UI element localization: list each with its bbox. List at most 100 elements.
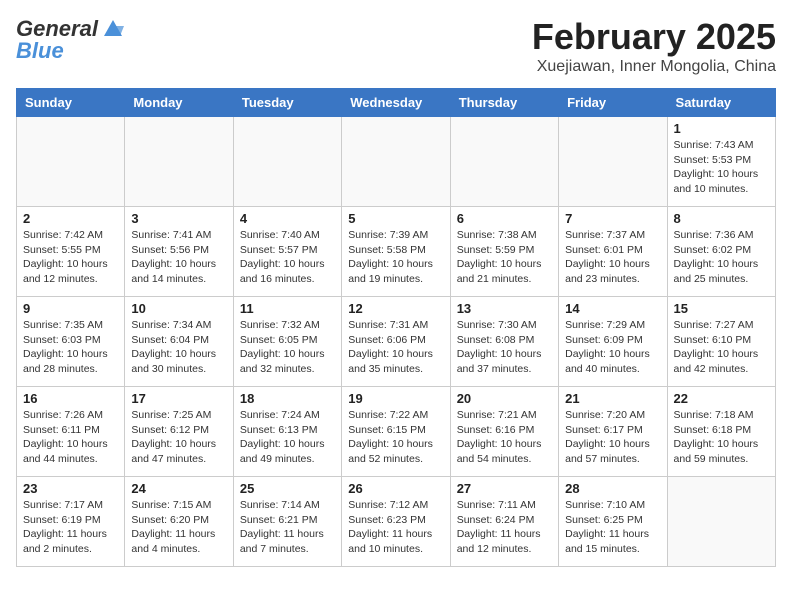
day-info: Sunrise: 7:29 AM Sunset: 6:09 PM Dayligh… <box>565 318 660 377</box>
calendar-day <box>559 117 667 207</box>
logo: General Blue <box>16 16 124 64</box>
day-number: 16 <box>23 391 118 406</box>
calendar-day: 23 Sunrise: 7:17 AM Sunset: 6:19 PM Dayli… <box>17 477 125 567</box>
day-info: Sunrise: 7:21 AM Sunset: 6:16 PM Dayligh… <box>457 408 552 467</box>
day-number: 24 <box>131 481 226 496</box>
calendar-day: 17 Sunrise: 7:25 AM Sunset: 6:12 PM Dayli… <box>125 387 233 477</box>
calendar-day: 5 Sunrise: 7:39 AM Sunset: 5:58 PM Daylig… <box>342 207 450 297</box>
day-number: 25 <box>240 481 335 496</box>
day-number: 1 <box>674 121 769 136</box>
day-info: Sunrise: 7:26 AM Sunset: 6:11 PM Dayligh… <box>23 408 118 467</box>
day-info: Sunrise: 7:17 AM Sunset: 6:19 PM Dayligh… <box>23 498 118 557</box>
week-row-5: 23 Sunrise: 7:17 AM Sunset: 6:19 PM Dayli… <box>17 477 776 567</box>
calendar-day: 27 Sunrise: 7:11 AM Sunset: 6:24 PM Dayli… <box>450 477 558 567</box>
day-info: Sunrise: 7:31 AM Sunset: 6:06 PM Dayligh… <box>348 318 443 377</box>
day-info: Sunrise: 7:11 AM Sunset: 6:24 PM Dayligh… <box>457 498 552 557</box>
header-friday: Friday <box>559 89 667 117</box>
day-info: Sunrise: 7:27 AM Sunset: 6:10 PM Dayligh… <box>674 318 769 377</box>
day-info: Sunrise: 7:43 AM Sunset: 5:53 PM Dayligh… <box>674 138 769 197</box>
calendar-day: 9 Sunrise: 7:35 AM Sunset: 6:03 PM Daylig… <box>17 297 125 387</box>
calendar-day: 18Sunrise: 7:24 AM Sunset: 6:13 PM Dayli… <box>233 387 341 477</box>
calendar-title: February 2025 <box>532 16 776 58</box>
logo-blue-text: Blue <box>16 38 64 64</box>
weekday-header-row: Sunday Monday Tuesday Wednesday Thursday… <box>17 89 776 117</box>
calendar-subtitle: Xuejiawan, Inner Mongolia, China <box>532 58 776 76</box>
calendar-day: 4Sunrise: 7:40 AM Sunset: 5:57 PM Daylig… <box>233 207 341 297</box>
page-header: General Blue February 2025 Xuejiawan, In… <box>16 16 776 76</box>
day-info: Sunrise: 7:38 AM Sunset: 5:59 PM Dayligh… <box>457 228 552 287</box>
day-number: 23 <box>23 481 118 496</box>
day-number: 8 <box>674 211 769 226</box>
day-number: 22 <box>674 391 769 406</box>
calendar-day: 8Sunrise: 7:36 AM Sunset: 6:02 PM Daylig… <box>667 207 775 297</box>
calendar-table: Sunday Monday Tuesday Wednesday Thursday… <box>16 88 776 567</box>
calendar-day: 28 Sunrise: 7:10 AM Sunset: 6:25 PM Dayli… <box>559 477 667 567</box>
day-number: 13 <box>457 301 552 316</box>
day-info: Sunrise: 7:41 AM Sunset: 5:56 PM Dayligh… <box>131 228 226 287</box>
day-info: Sunrise: 7:37 AM Sunset: 6:01 PM Dayligh… <box>565 228 660 287</box>
day-number: 15 <box>674 301 769 316</box>
calendar-day: 22 Sunrise: 7:18 AM Sunset: 6:18 PM Dayli… <box>667 387 775 477</box>
calendar-day <box>233 117 341 207</box>
calendar-day <box>17 117 125 207</box>
day-number: 11 <box>240 301 335 316</box>
day-info: Sunrise: 7:39 AM Sunset: 5:58 PM Dayligh… <box>348 228 443 287</box>
calendar-day <box>342 117 450 207</box>
calendar-day <box>450 117 558 207</box>
day-info: Sunrise: 7:24 AM Sunset: 6:13 PM Dayligh… <box>240 408 335 467</box>
day-info: Sunrise: 7:32 AM Sunset: 6:05 PM Dayligh… <box>240 318 335 377</box>
header-saturday: Saturday <box>667 89 775 117</box>
week-row-1: 1 Sunrise: 7:43 AM Sunset: 5:53 PM Daylig… <box>17 117 776 207</box>
logo-icon <box>102 18 124 40</box>
day-info: Sunrise: 7:18 AM Sunset: 6:18 PM Dayligh… <box>674 408 769 467</box>
day-info: Sunrise: 7:30 AM Sunset: 6:08 PM Dayligh… <box>457 318 552 377</box>
day-info: Sunrise: 7:25 AM Sunset: 6:12 PM Dayligh… <box>131 408 226 467</box>
calendar-day: 26Sunrise: 7:12 AM Sunset: 6:23 PM Dayli… <box>342 477 450 567</box>
calendar-day <box>667 477 775 567</box>
calendar-day: 3 Sunrise: 7:41 AM Sunset: 5:56 PM Daylig… <box>125 207 233 297</box>
calendar-day: 11 Sunrise: 7:32 AM Sunset: 6:05 PM Dayli… <box>233 297 341 387</box>
header-thursday: Thursday <box>450 89 558 117</box>
calendar-day: 21 Sunrise: 7:20 AM Sunset: 6:17 PM Dayli… <box>559 387 667 477</box>
calendar-day: 15 Sunrise: 7:27 AM Sunset: 6:10 PM Dayli… <box>667 297 775 387</box>
week-row-3: 9 Sunrise: 7:35 AM Sunset: 6:03 PM Daylig… <box>17 297 776 387</box>
header-monday: Monday <box>125 89 233 117</box>
day-number: 12 <box>348 301 443 316</box>
calendar-day: 13 Sunrise: 7:30 AM Sunset: 6:08 PM Dayli… <box>450 297 558 387</box>
day-info: Sunrise: 7:15 AM Sunset: 6:20 PM Dayligh… <box>131 498 226 557</box>
day-info: Sunrise: 7:12 AM Sunset: 6:23 PM Dayligh… <box>348 498 443 557</box>
header-sunday: Sunday <box>17 89 125 117</box>
day-number: 19 <box>348 391 443 406</box>
day-number: 20 <box>457 391 552 406</box>
day-number: 9 <box>23 301 118 316</box>
calendar-day: 25Sunrise: 7:14 AM Sunset: 6:21 PM Dayli… <box>233 477 341 567</box>
day-number: 21 <box>565 391 660 406</box>
day-info: Sunrise: 7:22 AM Sunset: 6:15 PM Dayligh… <box>348 408 443 467</box>
title-block: February 2025 Xuejiawan, Inner Mongolia,… <box>532 16 776 76</box>
day-number: 28 <box>565 481 660 496</box>
day-number: 5 <box>348 211 443 226</box>
calendar-day: 24 Sunrise: 7:15 AM Sunset: 6:20 PM Dayli… <box>125 477 233 567</box>
calendar-day: 20 Sunrise: 7:21 AM Sunset: 6:16 PM Dayli… <box>450 387 558 477</box>
day-info: Sunrise: 7:35 AM Sunset: 6:03 PM Dayligh… <box>23 318 118 377</box>
calendar-day <box>125 117 233 207</box>
calendar-day: 10 Sunrise: 7:34 AM Sunset: 6:04 PM Dayli… <box>125 297 233 387</box>
calendar-day: 7Sunrise: 7:37 AM Sunset: 6:01 PM Daylig… <box>559 207 667 297</box>
calendar-day: 14 Sunrise: 7:29 AM Sunset: 6:09 PM Dayli… <box>559 297 667 387</box>
day-info: Sunrise: 7:40 AM Sunset: 5:57 PM Dayligh… <box>240 228 335 287</box>
day-number: 10 <box>131 301 226 316</box>
day-info: Sunrise: 7:10 AM Sunset: 6:25 PM Dayligh… <box>565 498 660 557</box>
week-row-4: 16 Sunrise: 7:26 AM Sunset: 6:11 PM Dayli… <box>17 387 776 477</box>
week-row-2: 2Sunrise: 7:42 AM Sunset: 5:55 PM Daylig… <box>17 207 776 297</box>
day-info: Sunrise: 7:20 AM Sunset: 6:17 PM Dayligh… <box>565 408 660 467</box>
day-number: 27 <box>457 481 552 496</box>
day-info: Sunrise: 7:34 AM Sunset: 6:04 PM Dayligh… <box>131 318 226 377</box>
header-wednesday: Wednesday <box>342 89 450 117</box>
day-number: 6 <box>457 211 552 226</box>
calendar-day: 2Sunrise: 7:42 AM Sunset: 5:55 PM Daylig… <box>17 207 125 297</box>
calendar-day: 12 Sunrise: 7:31 AM Sunset: 6:06 PM Dayli… <box>342 297 450 387</box>
day-number: 3 <box>131 211 226 226</box>
day-number: 14 <box>565 301 660 316</box>
calendar-day: 6 Sunrise: 7:38 AM Sunset: 5:59 PM Daylig… <box>450 207 558 297</box>
day-number: 17 <box>131 391 226 406</box>
